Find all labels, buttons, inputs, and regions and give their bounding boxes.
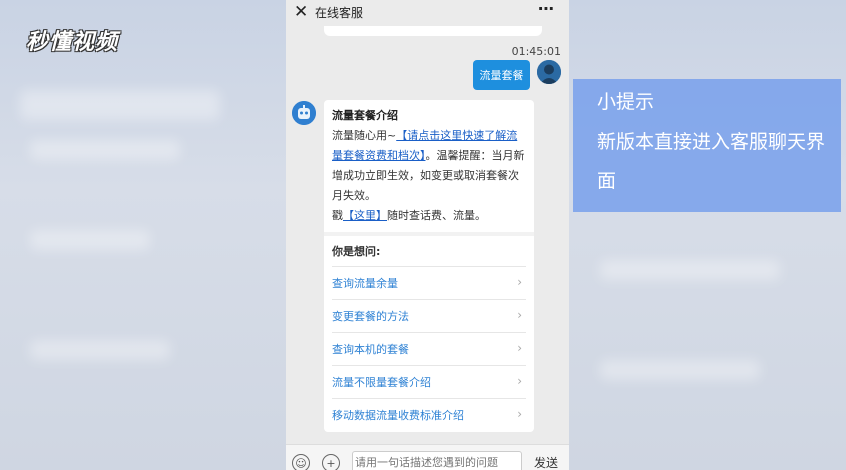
chat-screen: ✕ 在线客服 ⋯ 01:45:01 流量套餐 流量套餐介绍 流量随心用~【请点击… bbox=[286, 0, 569, 470]
page-title: 在线客服 bbox=[315, 6, 364, 20]
background-blur bbox=[600, 360, 760, 380]
suggestion-text: 移动数据流量收费标准介绍 bbox=[332, 409, 464, 422]
card-text: 戳 bbox=[332, 209, 343, 222]
user-message-bubble: 流量套餐 bbox=[473, 60, 530, 90]
background-blur bbox=[600, 260, 780, 280]
message-input[interactable] bbox=[352, 451, 522, 470]
suggestion-item[interactable]: 查询流量余量 › bbox=[332, 266, 526, 299]
bot-message-card: 流量套餐介绍 流量随心用~【请点击这里快速了解流量套餐资费和档次】。温馨提醒：当… bbox=[324, 100, 534, 432]
chevron-right-icon: › bbox=[517, 374, 522, 388]
suggestion-text: 流量不限量套餐介绍 bbox=[332, 376, 431, 389]
card-text: 随时查话费、流量。 bbox=[387, 209, 486, 222]
previous-message-bubble bbox=[324, 26, 542, 36]
card-text: 流量随心用~ bbox=[332, 129, 397, 142]
suggestion-label: 你是想问: bbox=[332, 245, 381, 258]
close-icon[interactable]: ✕ bbox=[294, 2, 308, 22]
suggestion-text: 查询流量余量 bbox=[332, 277, 398, 290]
query-link[interactable]: 【这里】 bbox=[343, 209, 387, 222]
background-blur bbox=[30, 230, 150, 250]
bot-avatar bbox=[292, 101, 316, 125]
message-timestamp: 01:45:01 bbox=[511, 45, 561, 58]
card-body: 流量随心用~【请点击这里快速了解流量套餐资费和档次】。温馨提醒：当月新增成功立即… bbox=[332, 126, 528, 226]
chevron-right-icon: › bbox=[517, 308, 522, 322]
background-blur bbox=[30, 140, 180, 160]
watermark-logo: 秒懂视频 bbox=[26, 30, 119, 55]
send-button[interactable]: 发送 bbox=[534, 454, 558, 470]
chevron-right-icon: › bbox=[517, 341, 522, 355]
suggestion-item[interactable]: 流量不限量套餐介绍 › bbox=[332, 365, 526, 398]
suggestion-text: 变更套餐的方法 bbox=[332, 310, 409, 323]
more-icon[interactable]: ⋯ bbox=[538, 0, 555, 18]
input-bar: ☺ + 发送 bbox=[286, 444, 569, 470]
suggestion-item[interactable]: 变更套餐的方法 › bbox=[332, 299, 526, 332]
emoji-icon[interactable]: ☺ bbox=[292, 454, 310, 470]
tip-text: 新版本直接进入客服聊天界面 bbox=[597, 131, 826, 192]
suggestion-item[interactable]: 移动数据流量收费标准介绍 › bbox=[332, 398, 526, 431]
background-blur bbox=[20, 90, 220, 120]
top-bar: ✕ 在线客服 ⋯ bbox=[286, 0, 569, 24]
user-avatar bbox=[537, 60, 561, 84]
card-divider bbox=[324, 232, 534, 236]
tip-overlay: 小提示 新版本直接进入客服聊天界面 bbox=[573, 79, 841, 212]
chevron-right-icon: › bbox=[517, 275, 522, 289]
suggestion-item[interactable]: 查询本机的套餐 › bbox=[332, 332, 526, 365]
tip-title: 小提示 bbox=[597, 91, 655, 113]
suggestion-text: 查询本机的套餐 bbox=[332, 343, 409, 356]
plus-icon[interactable]: + bbox=[322, 454, 340, 470]
chevron-right-icon: › bbox=[517, 407, 522, 421]
background-blur bbox=[30, 340, 170, 360]
card-title: 流量套餐介绍 bbox=[332, 109, 398, 122]
